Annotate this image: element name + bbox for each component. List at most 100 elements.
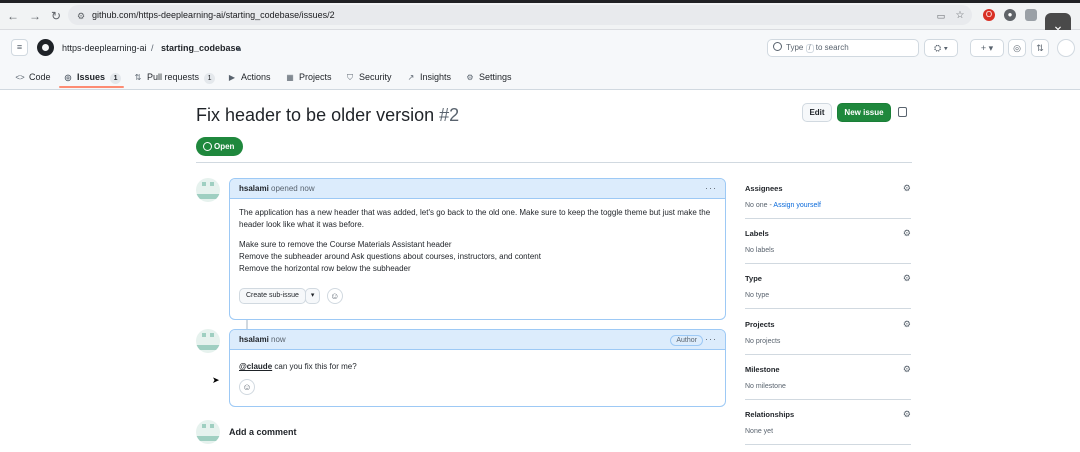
avatar[interactable] (196, 329, 220, 353)
assign-yourself-link[interactable]: Assign yourself (773, 202, 820, 209)
inbox-icon[interactable] (1057, 39, 1075, 57)
reload-icon[interactable]: ↻ (49, 9, 63, 23)
comment-body: @claude can you fix this for me? ☺ (230, 350, 725, 403)
tab-insights[interactable]: ↗ Insights (406, 70, 451, 84)
comment-header: hsalami opened now (230, 179, 725, 199)
gear-icon[interactable]: ⚙ (903, 364, 911, 375)
search-icon (773, 42, 782, 51)
sidebar-value: None yet (745, 428, 774, 435)
sidebar-label: Milestone (745, 365, 780, 374)
breadcrumb-separator: / (151, 43, 154, 53)
bookmark-star-icon[interactable]: ☆ (953, 9, 967, 23)
play-icon: ▶ (228, 73, 236, 82)
sidebar-projects[interactable]: Projects ⚙ No projects (745, 319, 911, 345)
author-badge: Author (670, 335, 703, 346)
avatar (196, 420, 220, 444)
sidebar-assignees[interactable]: Assignees ⚙ No one - Assign yourself (745, 183, 911, 209)
new-issue-button[interactable]: New issue (837, 103, 891, 122)
menu-icon[interactable]: ≡ (11, 39, 28, 56)
issue-body-comment: hsalami opened now ··· The application h… (229, 178, 726, 320)
more-options-icon[interactable]: ··· (705, 334, 717, 344)
mouse-cursor-icon: ➤ (212, 375, 220, 385)
gear-icon: ⚙ (466, 73, 474, 82)
comment-line: Make sure to remove the Course Materials… (239, 240, 452, 249)
divider (745, 308, 911, 309)
tab-security[interactable]: ⛉ Security (345, 70, 392, 84)
tab-projects[interactable]: ▦ Projects (285, 70, 331, 84)
opera-extension-icon[interactable]: O (983, 9, 995, 21)
issue-number: #2 (439, 105, 460, 125)
issue-title: Fix header to be older version #2 (196, 105, 460, 125)
tab-code[interactable]: <> Code (15, 70, 50, 84)
create-new-button[interactable]: + ▾ (970, 39, 1004, 57)
divider (745, 354, 911, 355)
comment-body: The application has a new header that wa… (230, 199, 725, 312)
chevron-down-icon[interactable]: ▾ (304, 288, 321, 304)
lock-icon: 🔒︎ (237, 44, 242, 53)
comment-header: hsalami now (230, 330, 725, 350)
gear-icon[interactable]: ⚙ (903, 183, 911, 194)
gear-icon[interactable]: ⚙ (903, 319, 911, 330)
sidebar-label: Relationships (745, 410, 795, 419)
comment-line: Remove the horizontal row below the subh… (239, 264, 411, 273)
tab-pull-requests[interactable]: ⇅ Pull requests 1 (133, 70, 216, 84)
add-comment-heading: Add a comment (229, 427, 297, 437)
sidebar-milestone[interactable]: Milestone ⚙ No milestone (745, 364, 911, 390)
extension-icon[interactable]: ● (1004, 9, 1016, 21)
comment-paragraph: The application has a new header that wa… (239, 208, 711, 229)
code-icon: <> (15, 73, 25, 82)
issues-count: 1 (110, 73, 122, 84)
copilot-button[interactable]: ⛭ ▾ (924, 39, 958, 57)
divider (745, 444, 911, 445)
graph-icon: ↗ (407, 73, 415, 82)
active-tab-indicator (59, 86, 124, 88)
search-shortcut-key: / (805, 44, 814, 53)
top-edge (0, 0, 1080, 3)
comment-text: can you fix this for me? (274, 362, 357, 371)
gear-icon[interactable]: ⚙ (903, 409, 911, 420)
sidebar-label: Assignees (745, 184, 783, 193)
divider (745, 399, 911, 400)
tab-issues[interactable]: ◎ Issues 1 (63, 70, 122, 84)
more-options-icon[interactable]: ··· (705, 183, 717, 193)
open-issue-icon (203, 142, 212, 151)
mention-link[interactable]: @claude (239, 362, 272, 371)
breadcrumb-repo[interactable]: starting_codebase (161, 43, 241, 53)
table-icon: ▦ (286, 73, 294, 82)
back-arrow-icon[interactable]: ← (6, 9, 20, 23)
divider (745, 218, 911, 219)
sidebar-labels[interactable]: Labels ⚙ No labels (745, 228, 911, 254)
shield-extension-icon[interactable] (1025, 9, 1037, 21)
comment-line: Remove the subheader around Ask question… (239, 252, 541, 261)
create-sub-issue-button[interactable]: Create sub-issue (239, 288, 306, 304)
add-reaction-icon[interactable]: ☺ (239, 379, 255, 395)
copy-icon[interactable] (898, 107, 907, 117)
comment-author[interactable]: hsalami (239, 184, 269, 193)
site-settings-icon[interactable]: ⚙ (74, 9, 88, 23)
pull-requests-count: 1 (204, 73, 216, 84)
avatar[interactable] (196, 178, 220, 202)
tab-actions[interactable]: ▶ Actions (227, 70, 271, 84)
edit-button[interactable]: Edit (802, 103, 832, 122)
sidebar-value: No type (745, 292, 770, 299)
forward-arrow-icon[interactable]: → (28, 9, 42, 23)
cast-icon[interactable]: ▭ (934, 9, 948, 23)
tab-settings[interactable]: ⚙ Settings (465, 70, 511, 84)
github-logo-icon[interactable] (37, 39, 54, 56)
gear-icon[interactable]: ⚙ (903, 228, 911, 239)
sidebar-label: Type (745, 274, 762, 283)
gear-icon[interactable]: ⚙ (903, 273, 911, 284)
sidebar-value: No milestone (745, 383, 786, 390)
add-reaction-icon[interactable]: ☺ (326, 288, 343, 304)
sidebar-value: No projects (745, 338, 781, 345)
divider (745, 263, 911, 264)
comment-author[interactable]: hsalami (239, 335, 269, 344)
sidebar-label: Projects (745, 320, 775, 329)
sidebar-relationships[interactable]: Relationships ⚙ None yet (745, 409, 911, 435)
issues-icon[interactable]: ◎ (1008, 39, 1026, 57)
search-placeholder: Type / to search (786, 43, 849, 53)
sidebar-type[interactable]: Type ⚙ No type (745, 273, 911, 299)
comment: hsalami now Author ··· @claude can you f… (229, 329, 726, 407)
pull-requests-icon[interactable]: ⇅ (1031, 39, 1049, 57)
breadcrumb-owner[interactable]: https-deeplearning-ai (62, 43, 147, 53)
